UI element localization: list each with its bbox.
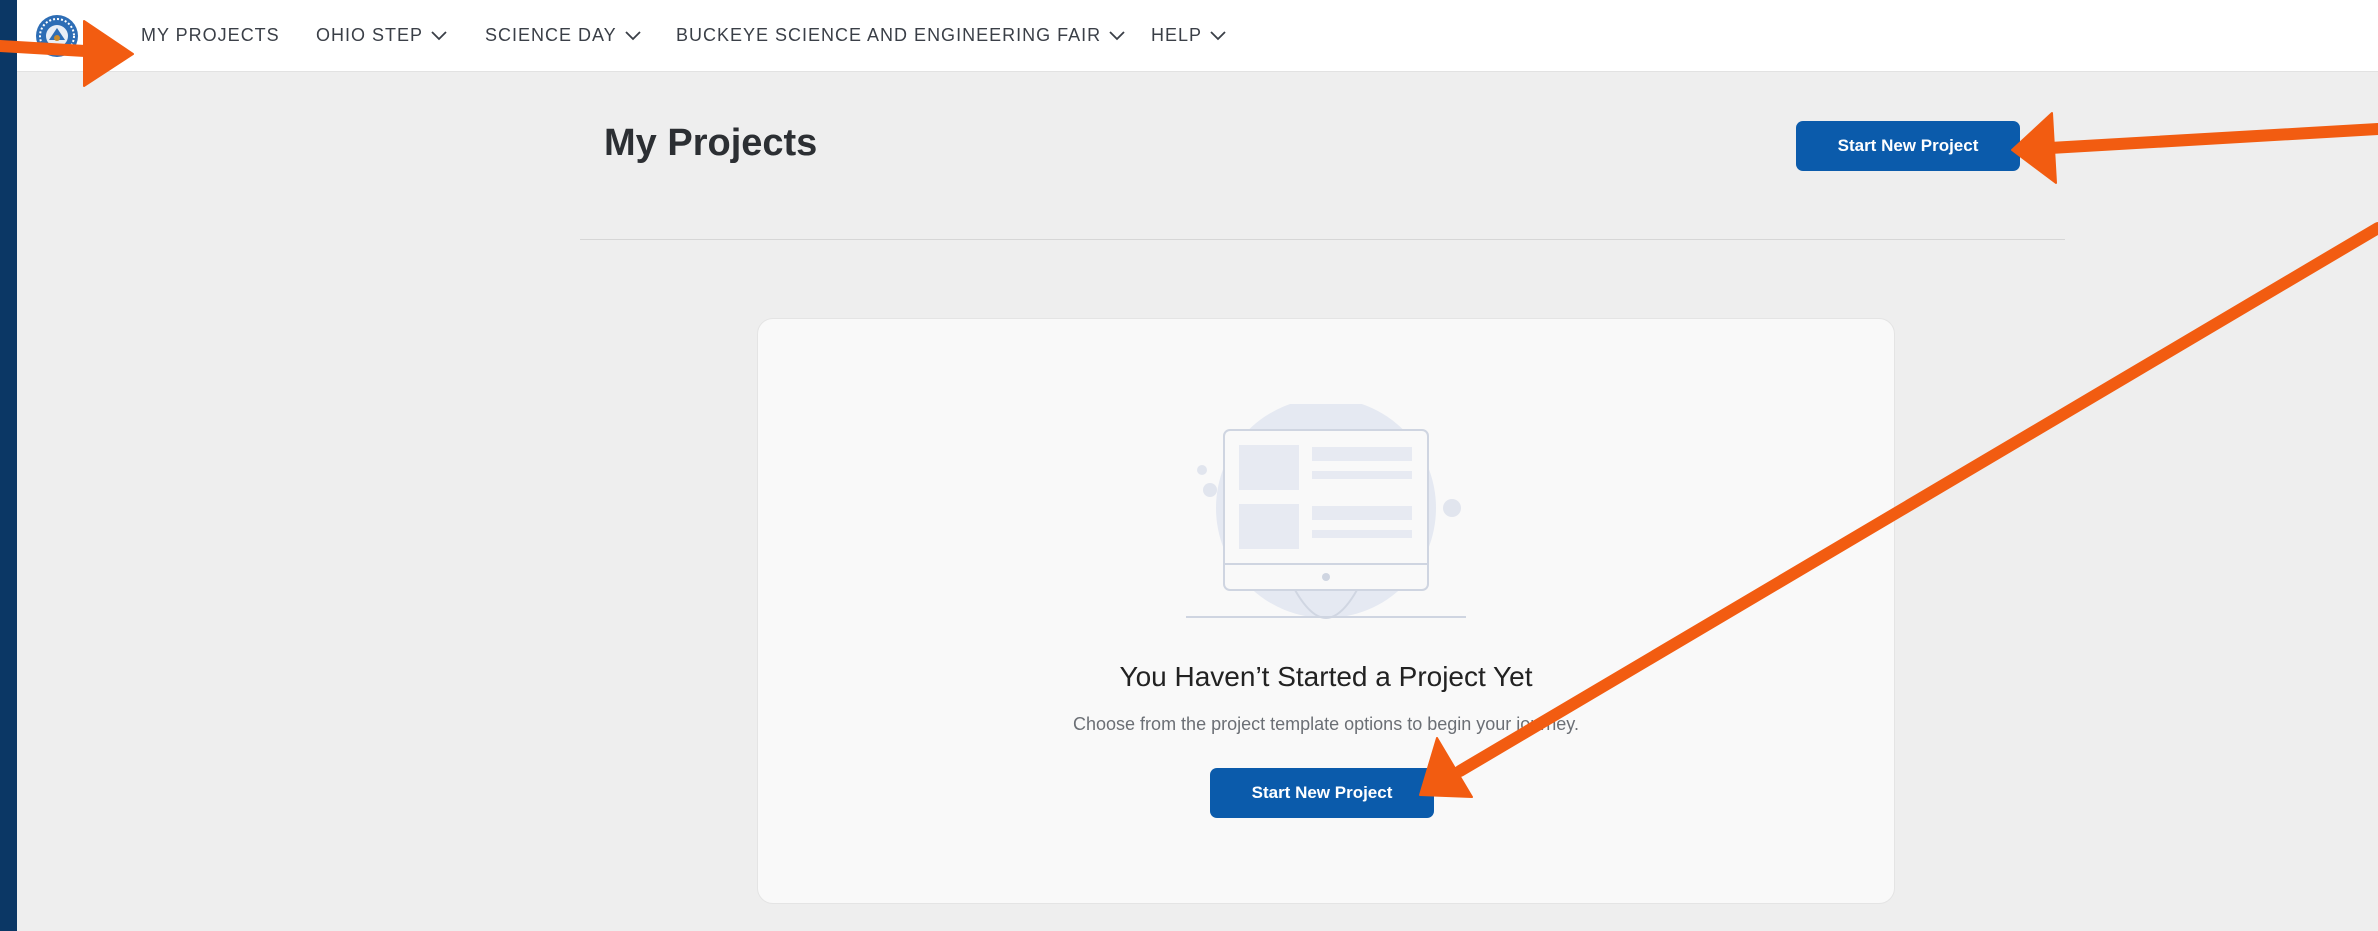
nav-help-label: HELP [1151,25,1203,45]
nav-ohio-step-label: OHIO STEP [316,25,424,45]
header-divider [580,239,2065,240]
nav-buckeye-fair[interactable]: BUCKEYE SCIENCE AND ENGINEERING FAIR [676,0,1125,71]
nav-help[interactable]: HELP [1151,0,1226,71]
top-navigation-bar: MY PROJECTS OHIO STEP SCIENCE DAY BUCKEY… [17,0,2378,72]
nav-my-projects-label: MY PROJECTS [141,25,280,45]
empty-state-card: You Haven’t Started a Project Yet Choose… [757,318,1895,904]
nav-buckeye-fair-label: BUCKEYE SCIENCE AND ENGINEERING FAIR [676,25,1102,45]
page-title: My Projects [604,122,818,164]
nav-ohio-step[interactable]: OHIO STEP [316,0,447,71]
empty-state-title: You Haven’t Started a Project Yet [1119,661,1533,692]
start-new-project-button-card[interactable]: Start New Project [1210,768,1434,818]
empty-state-subtitle: Choose from the project template options… [1073,714,1579,734]
chevron-down-icon [1210,30,1226,40]
chevron-down-icon [431,30,447,40]
nav-my-projects[interactable]: MY PROJECTS [141,0,280,71]
nav-science-day-label: SCIENCE DAY [485,25,617,45]
start-new-project-button-header[interactable]: Start New Project [1796,121,2020,171]
app-window: MY PROJECTS OHIO STEP SCIENCE DAY BUCKEY… [17,0,2378,931]
nav-science-day[interactable]: SCIENCE DAY [485,0,641,71]
chevron-down-icon [1109,30,1125,40]
chevron-down-icon [625,30,641,40]
empty-projects-monitor-illustration [1186,404,1466,619]
organization-seal-logo[interactable] [35,14,79,58]
